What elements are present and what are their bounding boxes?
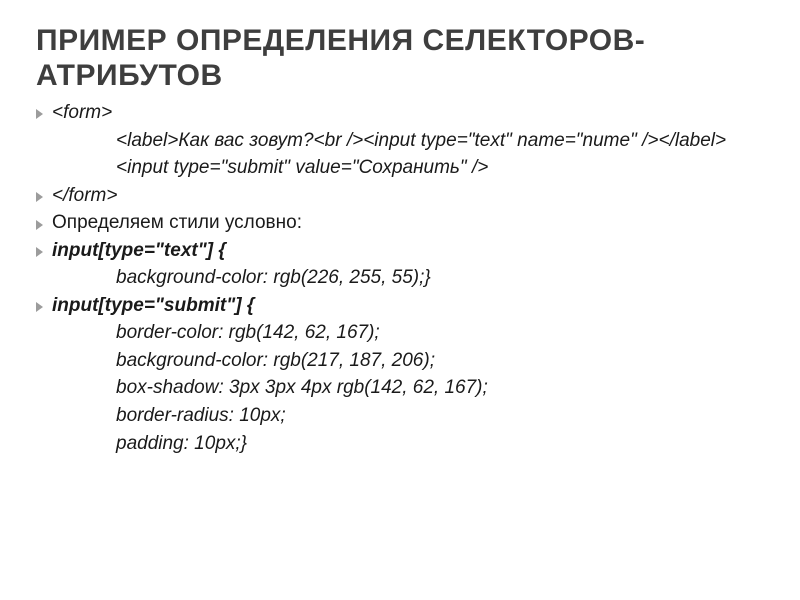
css-rule-border-radius: border-radius: 10px; (36, 402, 764, 430)
code-line-form-open: <form> (36, 99, 764, 127)
css-rule-box-shadow: box-shadow: 3px 3px 4px rgb(142, 62, 167… (36, 374, 764, 402)
css-rule-bg-text: background-color: rgb(226, 255, 55);} (36, 264, 764, 292)
code-line-label: <label>Как вас зовут?<br /><input type="… (36, 127, 764, 155)
css-rule-border-color: border-color: rgb(142, 62, 167); (36, 319, 764, 347)
text-define-styles: Определяем стили условно: (36, 209, 764, 237)
code-line-input-submit: <input type="submit" value="Сохранить" /… (36, 154, 764, 182)
slide-title: ПРИМЕР ОПРЕДЕЛЕНИЯ СЕЛЕКТОРОВ-АТРИБУТОВ (36, 24, 764, 93)
css-rule-bg-submit: background-color: rgb(217, 187, 206); (36, 347, 764, 375)
css-selector-text: input[type="text"] { (36, 237, 764, 265)
slide: ПРИМЕР ОПРЕДЕЛЕНИЯ СЕЛЕКТОРОВ-АТРИБУТОВ … (0, 0, 800, 600)
code-line-form-close: </form> (36, 182, 764, 210)
css-selector-submit: input[type="submit"] { (36, 292, 764, 320)
slide-body: <form> <label>Как вас зовут?<br /><input… (36, 99, 764, 457)
css-rule-padding: padding: 10px;} (36, 430, 764, 458)
